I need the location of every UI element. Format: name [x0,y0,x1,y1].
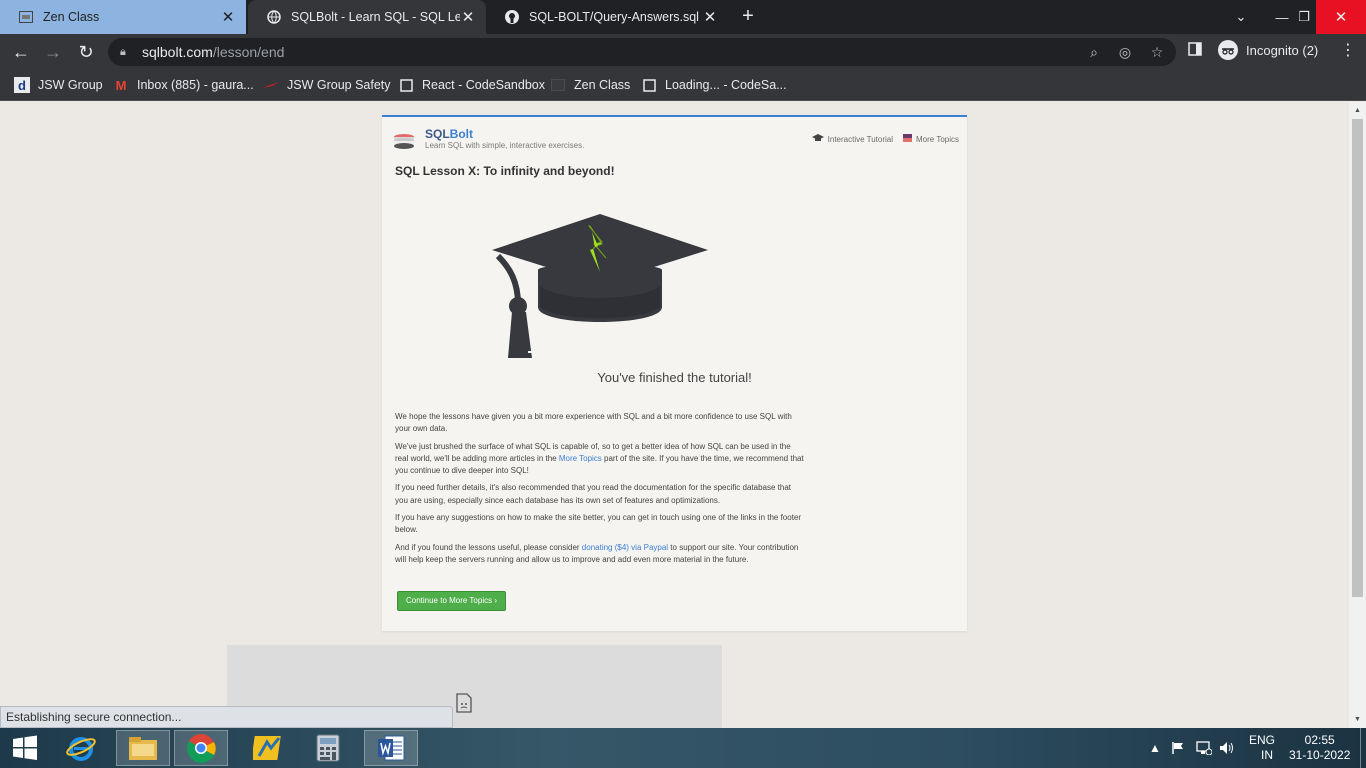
jsw-safety-icon [262,77,279,93]
network-icon[interactable] [1196,728,1212,768]
zen-class-icon [550,77,566,93]
graduation-cap-illustration [492,214,708,358]
zoom-icon[interactable]: ⌕ [1085,44,1103,60]
finished-message: You've finished the tutorial! [597,370,752,385]
tab-github[interactable]: SQL-BOLT/Query-Answers.sql at ✕ [486,0,728,34]
close-icon[interactable]: ✕ [220,8,236,26]
scrollbar-thumb[interactable] [1352,119,1363,597]
tab-sqlbolt[interactable]: SQLBolt - Learn SQL - SQL Lesson ✕ [248,0,486,34]
nav-interactive-tutorial[interactable]: Interactive Tutorial [811,134,893,144]
tab-title: Zen Class [43,10,100,24]
action-center-flag-icon[interactable] [1171,728,1185,768]
tab-strip: Zen Class ✕ SQLBolt - Learn SQL - SQL Le… [0,0,1366,34]
paragraph: We hope the lessons have given you a bit… [395,412,792,434]
page-scrollbar[interactable]: ▲ ▼ [1349,102,1366,728]
bookmark-star-icon[interactable]: ☆ [1148,44,1166,60]
lesson-title: SQL Lesson X: To infinity and beyond! [395,164,615,178]
bookmark-item[interactable]: Loading... - CodeSa... [641,76,787,94]
close-icon[interactable]: ✕ [702,8,718,26]
word-icon[interactable] [364,730,418,766]
show-desktop-button[interactable] [1360,728,1366,768]
close-window-icon[interactable]: ✕ [1316,0,1366,34]
language-indicator[interactable]: ENG IN [1249,728,1275,768]
nav-more-topics[interactable]: More Topics [903,134,959,144]
chrome-icon[interactable] [174,730,228,766]
lesson-card: SQLBolt Learn SQL with simple, interacti… [382,115,967,631]
codesandbox-icon [641,77,657,93]
menu-kebab-icon[interactable]: ⋮ [1340,40,1356,60]
github-favicon [504,9,520,25]
bookmark-item[interactable]: Zen Class [550,76,630,94]
graduation-cap-icon [811,134,824,144]
brand-name[interactable]: SQLBolt [425,127,473,141]
url-text[interactable]: sqlbolt.com/lesson/end [142,44,284,60]
tracking-protection-icon[interactable]: ◎ [1116,44,1134,60]
paragraph: If you need further details, it's also r… [395,483,791,505]
show-hidden-icons[interactable]: ▲ [1149,728,1161,768]
bookmark-item[interactable]: JSW Group Safety [262,76,391,94]
windows-taskbar: ▲ ENG IN 02:55 31-10-2022 [0,728,1366,768]
reload-icon[interactable]: ↻ [75,41,97,63]
back-icon[interactable]: ← [10,41,32,63]
volume-icon[interactable] [1219,728,1235,768]
tab-search-icon[interactable]: ⌄ [1221,0,1261,34]
paragraph: We've just brushed the surface of what S… [395,441,804,476]
close-icon[interactable]: ✕ [460,8,476,26]
page-viewport[interactable]: SQLBolt Learn SQL with simple, interacti… [0,102,1349,728]
tab-title: SQL-BOLT/Query-Answers.sql at [529,10,702,24]
address-bar[interactable]: 🔒︎ sqlbolt.com/lesson/end ⌕ ◎ ☆ [108,38,1176,66]
brand-tagline: Learn SQL with simple, interactive exerc… [425,141,585,150]
forward-icon[interactable]: → [42,41,64,63]
file-explorer-icon[interactable] [116,730,170,766]
zen-class-favicon [18,9,34,25]
browser-toolbar: ← → ↻ 🔒︎ sqlbolt.com/lesson/end ⌕ ◎ ☆ In… [0,34,1366,70]
incognito-indicator[interactable]: Incognito (2) [1218,40,1318,60]
calculator-icon[interactable] [301,730,355,766]
windows-start-icon[interactable] [0,730,50,766]
sqlbolt-logo-icon [394,134,414,149]
donate-link[interactable]: donating ($4) via Paypal [582,543,668,552]
status-bubble: Establishing secure connection... [0,706,453,728]
flag-icon [903,134,913,144]
incognito-label: Incognito (2) [1246,42,1319,58]
broken-image-icon [456,693,472,713]
continue-button[interactable]: Continue to More Topics › [397,591,506,611]
sticky-app-icon[interactable] [241,730,295,766]
internet-explorer-icon[interactable] [54,730,108,766]
paragraph: And if you found the lessons useful, ple… [395,542,799,564]
scroll-up-icon[interactable]: ▲ [1349,102,1366,119]
side-panel-icon[interactable] [1188,42,1202,56]
new-tab-icon[interactable]: + [737,6,759,28]
lock-icon: 🔒︎ [120,45,126,58]
incognito-icon [1218,40,1238,60]
tab-title: SQLBolt - Learn SQL - SQL Lesson [291,10,460,24]
bookmark-item[interactable]: M Inbox (885) - gaura... [113,76,254,94]
clock[interactable]: 02:55 31-10-2022 [1289,728,1350,768]
jsw-d-icon: d [14,77,30,93]
bookmarks-bar: d JSW Group M Inbox (885) - gaura... JSW… [0,70,1366,101]
gmail-icon: M [115,77,127,93]
bookmark-item[interactable]: React - CodeSandbox [398,76,545,94]
codesandbox-icon [398,77,414,93]
more-topics-link[interactable]: More Topics [559,454,602,463]
lesson-body: We hope the lessons have given you a bit… [395,411,805,571]
scroll-down-icon[interactable]: ▼ [1349,711,1366,728]
sqlbolt-favicon [266,9,282,25]
bookmark-item[interactable]: d JSW Group [14,76,103,94]
tab-zen-class[interactable]: Zen Class ✕ [0,0,246,34]
paragraph: If you have any suggestions on how to ma… [395,513,802,535]
site-nav: Interactive Tutorial More Topics [802,134,959,144]
